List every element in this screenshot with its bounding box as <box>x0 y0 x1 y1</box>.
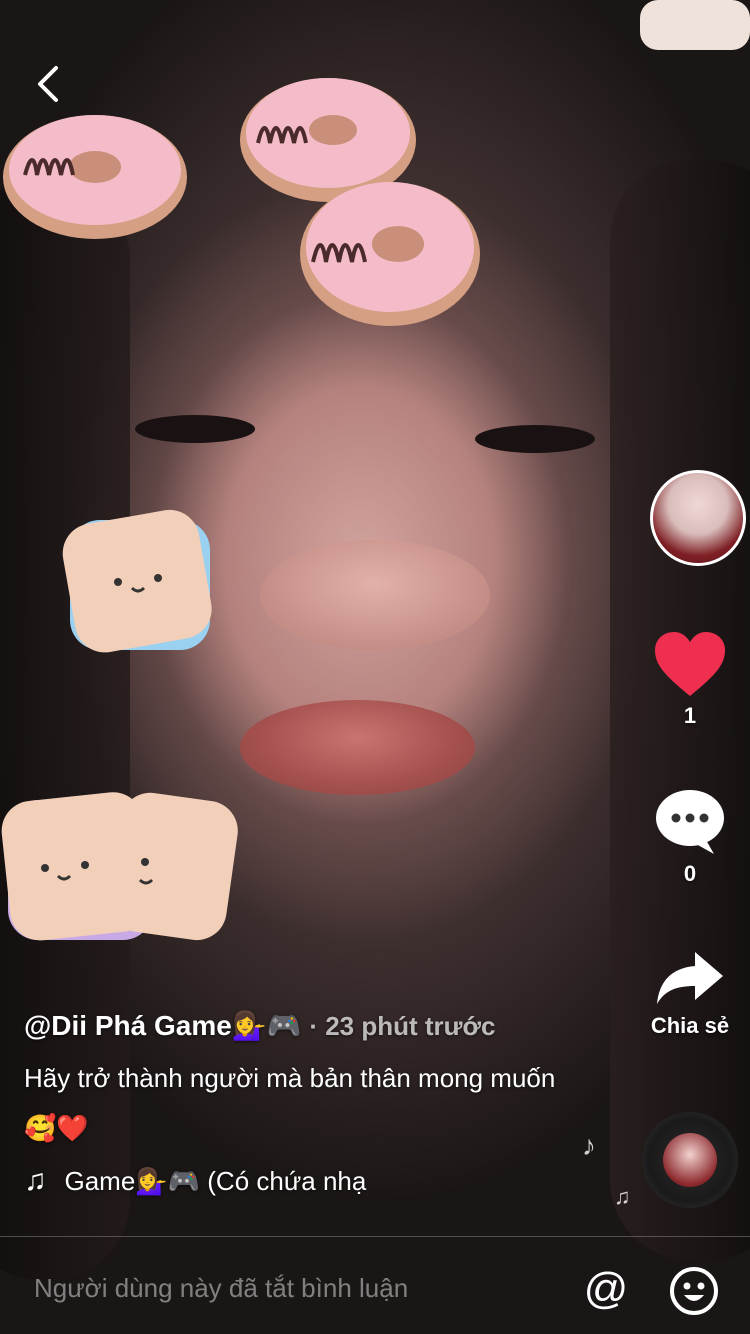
author-name[interactable]: @Dii Phá Game💁‍♀️🎮 <box>24 1010 302 1041</box>
caption-area: @Dii Phá Game💁‍♀️🎮 · 23 phút trước Hãy t… <box>24 1005 584 1203</box>
emoji-button[interactable] <box>668 1265 720 1317</box>
heart-icon <box>655 632 725 696</box>
donut-sticker <box>640 0 750 50</box>
comment-bubble-icon <box>656 790 724 854</box>
music-note-icon: ♫ <box>614 1184 631 1209</box>
post-time: · 23 phút trước <box>309 1011 496 1041</box>
like-button[interactable]: 1 <box>630 630 750 729</box>
music-disc-cover <box>663 1133 717 1187</box>
at-sign-icon: @ <box>583 1264 629 1313</box>
music-line[interactable]: ♫ Game💁‍♀️🎮 (Có chứa nhạ <box>24 1159 434 1203</box>
music-title: Game💁‍♀️🎮 (Có chứa nhạ <box>64 1166 367 1196</box>
share-arrow-icon <box>657 952 723 1004</box>
back-button[interactable] <box>26 60 74 108</box>
comment-bar: Người dùng này đã tắt bình luận @ <box>0 1236 750 1334</box>
chevron-left-icon <box>38 66 58 102</box>
donut-sticker <box>3 115 187 239</box>
comment-count: 0 <box>683 861 697 886</box>
music-disc[interactable] <box>642 1112 738 1208</box>
smiley-icon <box>670 1267 718 1315</box>
post-caption: Hãy trở thành người mà bản thân mong muố… <box>24 1063 556 1143</box>
toast-sticker <box>62 509 212 653</box>
comment-button[interactable]: 0 <box>630 788 750 887</box>
creator-avatar[interactable] <box>650 470 746 566</box>
share-button[interactable]: Chia sẻ <box>630 948 750 1039</box>
music-note-icon: ♪ <box>582 1130 596 1161</box>
donut-sticker <box>300 182 480 326</box>
share-label: Chia sẻ <box>650 1013 730 1038</box>
video-nose <box>260 540 490 650</box>
music-note-icon: ♫ <box>24 1164 47 1197</box>
mention-button[interactable]: @ <box>580 1265 632 1317</box>
video-lips <box>240 700 475 795</box>
author-line: @Dii Phá Game💁‍♀️🎮 · 23 phút trước <box>24 1005 584 1047</box>
video-eye-right <box>475 425 595 453</box>
video-screen[interactable]: 1 0 Chia sẻ ♪ ♫ @Dii Phá Game💁‍♀️🎮 · 23 … <box>0 0 750 1334</box>
toast-sticker <box>110 792 238 941</box>
video-eye-left <box>135 415 255 443</box>
comment-disabled-text: Người dùng này đã tắt bình luận <box>34 1273 409 1303</box>
like-count: 1 <box>683 703 697 728</box>
